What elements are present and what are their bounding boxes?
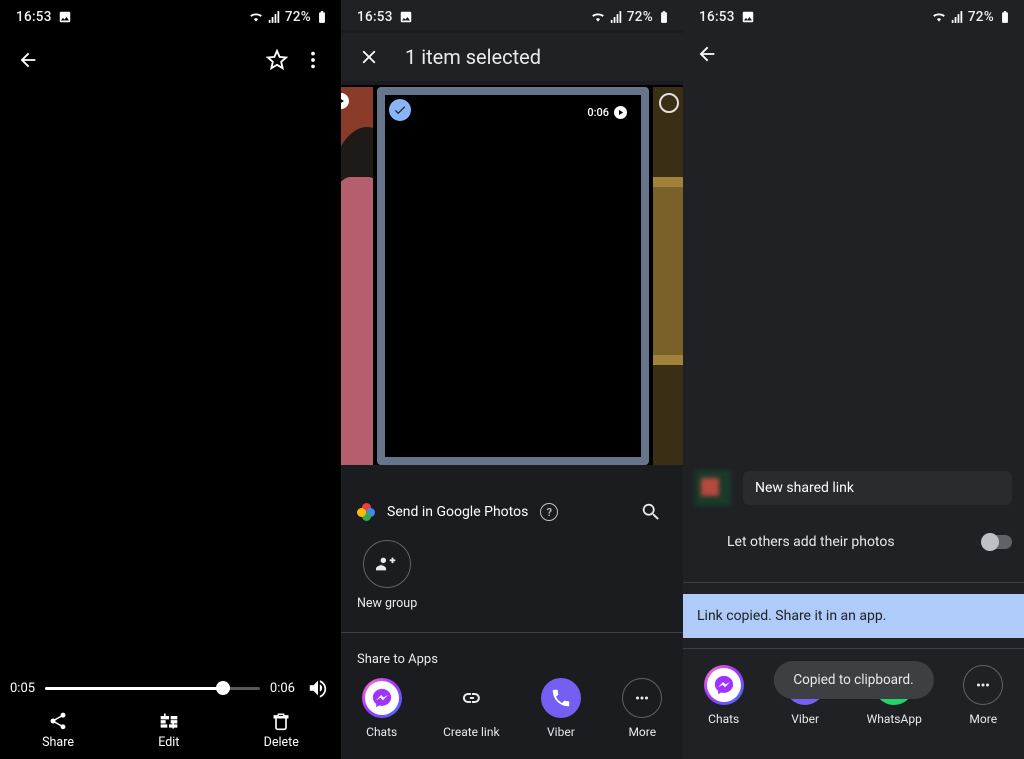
video-header [0,40,341,80]
status-battery-pct: 72% [285,9,311,25]
chats-label: Chats [366,725,397,739]
time-total: 0:06 [270,681,295,696]
share-label: Share [42,735,74,750]
status-bar: 16:53 72% [341,0,683,30]
status-bar: 16:53 72% [0,0,341,30]
new-group-label: New group [357,596,417,611]
wifi-icon [591,10,605,24]
shared-link-row[interactable]: New shared link [695,470,1012,506]
edit-label: Edit [158,735,179,750]
chats-label: Chats [708,712,739,726]
share-viber[interactable]: Viber [541,678,581,739]
viber-label: Viber [791,712,819,726]
back-button[interactable] [689,36,725,72]
status-battery-pct: 72% [968,9,994,25]
share-chats[interactable]: Chats [362,678,402,739]
signal-icon [950,10,964,24]
divider [683,648,1024,649]
trash-icon [271,711,291,731]
messenger-icon [704,665,744,705]
volume-button[interactable] [305,675,331,701]
link-created-panel: 16:53 72% New shared link Let others add… [683,0,1024,759]
status-time: 16:53 [16,9,52,25]
signal-icon [609,10,623,24]
wifi-icon [932,10,946,24]
edge-artifact [0,583,6,589]
let-others-label: Let others add their photos [727,534,982,550]
play-icon [614,106,627,119]
status-bar: 16:53 72% [683,0,1024,30]
back-button[interactable] [10,42,46,78]
status-battery-pct: 72% [627,9,653,25]
share-icon [48,711,68,731]
star-button[interactable] [259,42,295,78]
picture-icon [58,10,72,24]
edit-icon [159,711,179,731]
status-time: 16:53 [699,9,735,25]
divider [683,582,1024,583]
send-google-photos-row[interactable]: Send in Google Photos ? [341,490,683,534]
check-icon [389,99,411,121]
play-icon [341,93,349,109]
video-player-panel: 16:53 72% 0:05 0:06 Share Edit [0,0,341,759]
link-copied-banner: Link copied. Share it in an app. [683,594,1024,638]
duration-badge: 0:06 [587,106,627,119]
let-others-toggle[interactable] [982,535,1012,549]
share-to-apps-title: Share to Apps [357,652,438,667]
new-shared-link-label: New shared link [743,471,1012,505]
shared-thumb [695,470,731,506]
share-apps-row: Chats Create link Viber More [341,678,683,739]
close-button[interactable] [351,39,387,75]
share-more[interactable]: More [622,678,662,739]
viber-icon [541,678,581,718]
more-button[interactable] [295,42,331,78]
thumb-prev[interactable] [341,87,373,465]
messenger-icon [362,678,402,718]
selection-header: 1 item selected [341,33,683,81]
selection-title: 1 item selected [405,45,541,69]
unchecked-icon [659,93,679,113]
create-link-label: Create link [443,725,499,739]
share-create-link[interactable]: Create link [443,678,499,739]
more-icon [622,678,662,718]
battery-icon [998,10,1012,24]
share-chats[interactable]: Chats [704,665,744,726]
more-label: More [628,725,656,739]
video-controls: 0:05 0:06 [0,675,341,701]
google-photos-icon [357,503,375,521]
battery-icon [657,10,671,24]
share-more[interactable]: More [963,665,1003,726]
delete-action[interactable]: Delete [264,711,299,750]
link-icon [451,678,491,718]
new-group-button[interactable]: New group [357,540,417,611]
more-icon [963,665,1003,705]
time-current: 0:05 [10,681,35,696]
battery-icon [315,10,329,24]
divider [341,632,683,633]
selection-share-panel: 16:53 72% 1 item selected 0:06 [341,0,683,759]
send-label: Send in Google Photos [387,504,528,520]
let-others-row: Let others add their photos [727,534,1012,550]
edit-action[interactable]: Edit [158,711,179,750]
viber-label: Viber [547,725,575,739]
bottom-actions: Share Edit Delete [0,701,341,759]
whatsapp-label: WhatsApp [867,712,922,726]
group-add-icon [376,553,398,575]
more-label: More [969,712,997,726]
signal-icon [267,10,281,24]
wifi-icon [249,10,263,24]
picture-icon [741,10,755,24]
share-action[interactable]: Share [42,711,74,750]
search-button[interactable] [633,494,669,530]
status-time: 16:53 [357,9,393,25]
thumb-next[interactable] [653,87,683,465]
toast: Copied to clipboard. [773,661,933,699]
help-icon[interactable]: ? [540,503,558,521]
thumb-selected[interactable]: 0:06 [377,87,649,465]
picture-icon [399,10,413,24]
seek-bar[interactable] [45,687,260,690]
gallery-strip[interactable]: 0:06 [341,85,683,465]
delete-label: Delete [264,735,299,750]
